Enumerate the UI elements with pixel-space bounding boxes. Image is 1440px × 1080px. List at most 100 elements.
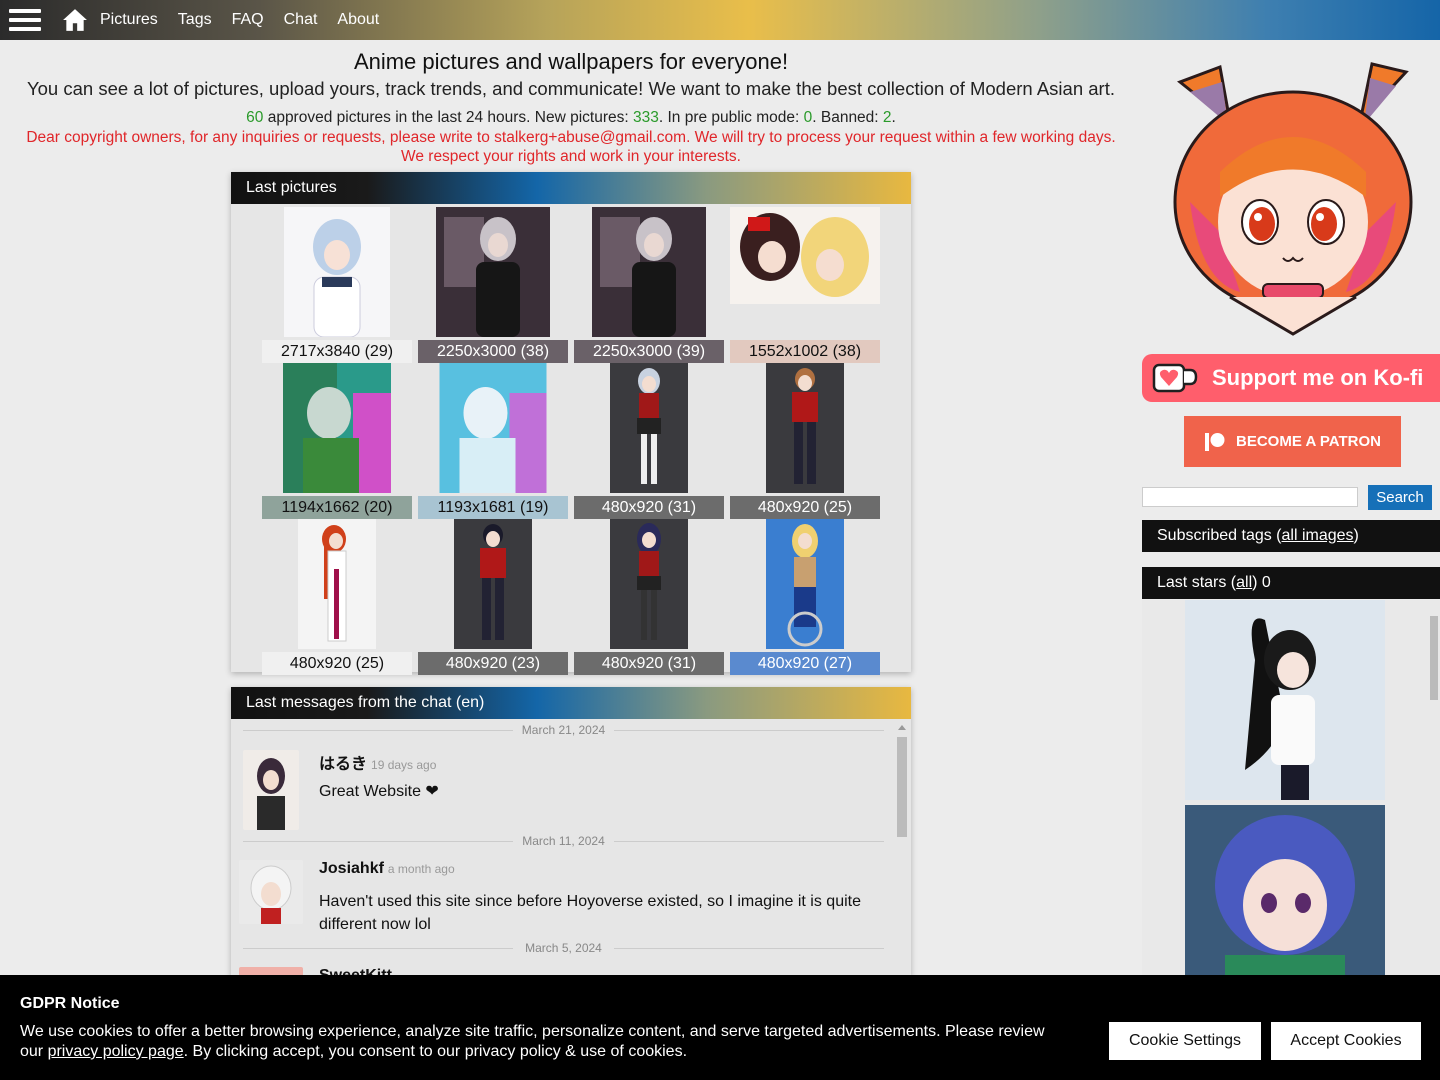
patron-label: BECOME A PATRON — [1236, 433, 1381, 450]
banned-text: . Banned: — [812, 109, 883, 126]
chat-text: Great Website ❤ — [319, 783, 439, 800]
picture-caption: 480x920 (25) — [262, 652, 412, 675]
stars-scroll-thumb[interactable] — [1430, 616, 1438, 700]
gdpr-text: We use cookies to offer a better browsin… — [20, 1023, 1045, 1060]
pre-public-text: . In pre public mode: — [658, 109, 804, 126]
last-pictures-heading: Last pictures — [231, 172, 911, 204]
chat-time: a month ago — [387, 862, 455, 876]
anime-girl-red-hair-thumbnail[interactable] — [298, 519, 376, 649]
fox-girl-mascot-logo[interactable] — [1160, 62, 1426, 337]
picture-card[interactable]: 480x920 (31) — [574, 519, 724, 675]
page-title: Anime pictures and wallpapers for everyo… — [353, 49, 789, 74]
picture-caption: 2250x3000 (39) — [574, 340, 724, 363]
home-icon[interactable] — [50, 0, 100, 40]
become-patron-button[interactable]: BECOME A PATRON — [1184, 416, 1401, 467]
picture-caption: 480x920 (23) — [418, 652, 568, 675]
new-count: 333 — [633, 109, 659, 126]
picture-caption: 480x920 (31) — [574, 496, 724, 519]
chat-messages[interactable]: March 21, 2024 はるき 19 days ago Great Webs… — [231, 719, 911, 976]
chat-text: Haven't used this site since before Hoyo… — [319, 893, 861, 933]
nav-link-faq[interactable]: FAQ — [232, 11, 264, 29]
last-pictures-panel: Last pictures 2717x3840 (29) 2250x3000 (… — [231, 172, 911, 675]
pre-public-count: 0 — [803, 109, 813, 126]
pictures-grid: 2717x3840 (29) 2250x3000 (38) 2250x3000 … — [231, 204, 911, 675]
nav-link-pictures[interactable]: Pictures — [100, 11, 158, 29]
picture-caption: 480x920 (27) — [730, 652, 880, 675]
kofi-cup-icon — [1152, 363, 1198, 393]
picture-caption: 1193x1681 (19) — [418, 496, 568, 519]
date-separator: March 5, 2024 — [231, 941, 896, 955]
chat-scroll-thumb[interactable] — [897, 737, 907, 837]
stats-line: 60 approved pictures in the last 24 hour… — [0, 108, 1142, 128]
picture-card[interactable]: 2250x3000 (39) — [574, 207, 724, 363]
picture-caption: 2250x3000 (38) — [418, 340, 568, 363]
picture-caption: 1194x1662 (20) — [262, 496, 412, 519]
anime-girl-dark-room-thumbnail[interactable] — [436, 207, 550, 337]
subscribed-tags-heading: Subscribed tags (all images) — [1142, 520, 1440, 552]
picture-card[interactable]: 480x920 (25) — [730, 363, 880, 519]
all-images-link[interactable]: all images — [1282, 527, 1354, 545]
nav-link-chat[interactable]: Chat — [284, 11, 318, 29]
chat-panel: Last messages from the chat (en) March 2… — [231, 687, 911, 977]
accept-cookies-button[interactable]: Accept Cookies — [1271, 1022, 1421, 1060]
picture-card[interactable]: 2717x3840 (29) — [262, 207, 412, 363]
starred-anime-girl-blue-hair-image[interactable] — [1185, 805, 1385, 980]
all-stars-link[interactable]: all — [1236, 574, 1252, 592]
anime-girl-uniform-thumbnail[interactable] — [610, 519, 688, 649]
stats-end: . — [891, 109, 896, 126]
picture-card[interactable]: 2250x3000 (38) — [418, 207, 568, 363]
chat-user-name[interactable]: Josiahkf a month ago — [319, 860, 455, 878]
anime-boy-colorful-thumbnail[interactable] — [283, 363, 391, 493]
nav-link-tags[interactable]: Tags — [178, 11, 212, 29]
hamburger-menu-icon[interactable] — [0, 0, 50, 40]
gdpr-banner: GDPR Notice We use cookies to offer a be… — [0, 975, 1440, 1080]
gdpr-title: GDPR Notice — [20, 995, 120, 1012]
copyright-notice: Dear copyright owners, for any inquiries… — [26, 129, 1116, 146]
patreon-icon — [1205, 432, 1225, 451]
last-stars-list[interactable] — [1142, 600, 1440, 980]
chat-scrollbar[interactable] — [897, 725, 907, 965]
picture-card[interactable]: 1193x1681 (19) — [418, 363, 568, 519]
chat-user-name[interactable]: はるき 19 days ago — [319, 750, 436, 774]
anime-girl-white-dress-thumbnail[interactable] — [284, 207, 390, 337]
nav-link-about[interactable]: About — [337, 11, 379, 29]
picture-caption: 2717x3840 (29) — [262, 340, 412, 363]
page-subtitle: You can see a lot of pictures, upload yo… — [27, 78, 1115, 99]
last-stars-heading: Last stars (all) 0 — [1142, 567, 1440, 599]
kofi-support-button[interactable]: Support me on Ko-fi — [1142, 354, 1440, 402]
anime-girl-wheelchair-thumbnail[interactable] — [766, 519, 844, 649]
kofi-label: Support me on Ko-fi — [1212, 365, 1424, 390]
starred-anime-girl-black-hair-image[interactable] — [1185, 600, 1385, 800]
scroll-up-icon[interactable] — [898, 725, 906, 730]
picture-card[interactable]: 480x920 (31) — [574, 363, 724, 519]
stars-scrollbar[interactable] — [1430, 606, 1438, 976]
user-avatar[interactable] — [243, 750, 299, 830]
anime-boy-uniform-thumbnail[interactable] — [454, 519, 532, 649]
picture-card[interactable]: 1552x1002 (38) — [730, 207, 880, 363]
picture-caption: 1552x1002 (38) — [730, 340, 880, 363]
picture-caption: 480x920 (31) — [574, 652, 724, 675]
picture-card[interactable]: 480x920 (23) — [418, 519, 568, 675]
privacy-policy-link[interactable]: privacy policy page — [48, 1043, 184, 1060]
anime-girl-uniform-thumbnail[interactable] — [610, 363, 688, 493]
approved-text: approved pictures in the last 24 hours. … — [263, 109, 633, 126]
two-anime-girls-thumbnail[interactable] — [730, 207, 880, 304]
anime-boy-uniform-thumbnail[interactable] — [766, 363, 844, 493]
cookie-settings-button[interactable]: Cookie Settings — [1109, 1022, 1261, 1060]
chat-heading: Last messages from the chat (en) — [231, 687, 911, 719]
chat-time: 19 days ago — [371, 758, 437, 772]
intro-section: Anime pictures and wallpapers for everyo… — [0, 48, 1142, 166]
date-separator: March 11, 2024 — [231, 834, 896, 848]
anime-boy-colorful-thumbnail[interactable] — [439, 363, 547, 493]
date-separator: March 21, 2024 — [231, 723, 896, 737]
user-avatar[interactable] — [239, 860, 303, 924]
approved-count: 60 — [246, 109, 264, 126]
banned-count: 2 — [882, 109, 892, 126]
anime-girl-dark-room-thumbnail[interactable] — [592, 207, 706, 337]
top-nav-bar: Pictures Tags FAQ Chat About — [0, 0, 1440, 40]
picture-card[interactable]: 480x920 (25) — [262, 519, 412, 675]
picture-card[interactable]: 480x920 (27) — [730, 519, 880, 675]
search-button[interactable]: Search — [1368, 485, 1432, 510]
picture-card[interactable]: 1194x1662 (20) — [262, 363, 412, 519]
search-input[interactable] — [1142, 487, 1358, 507]
